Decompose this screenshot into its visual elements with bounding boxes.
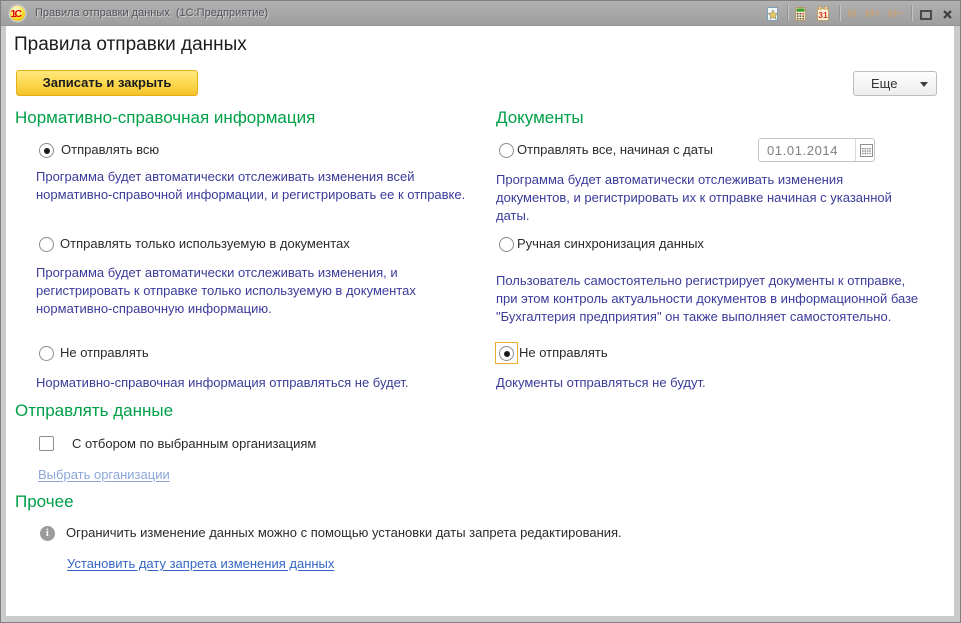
svg-text:31: 31	[818, 10, 828, 20]
